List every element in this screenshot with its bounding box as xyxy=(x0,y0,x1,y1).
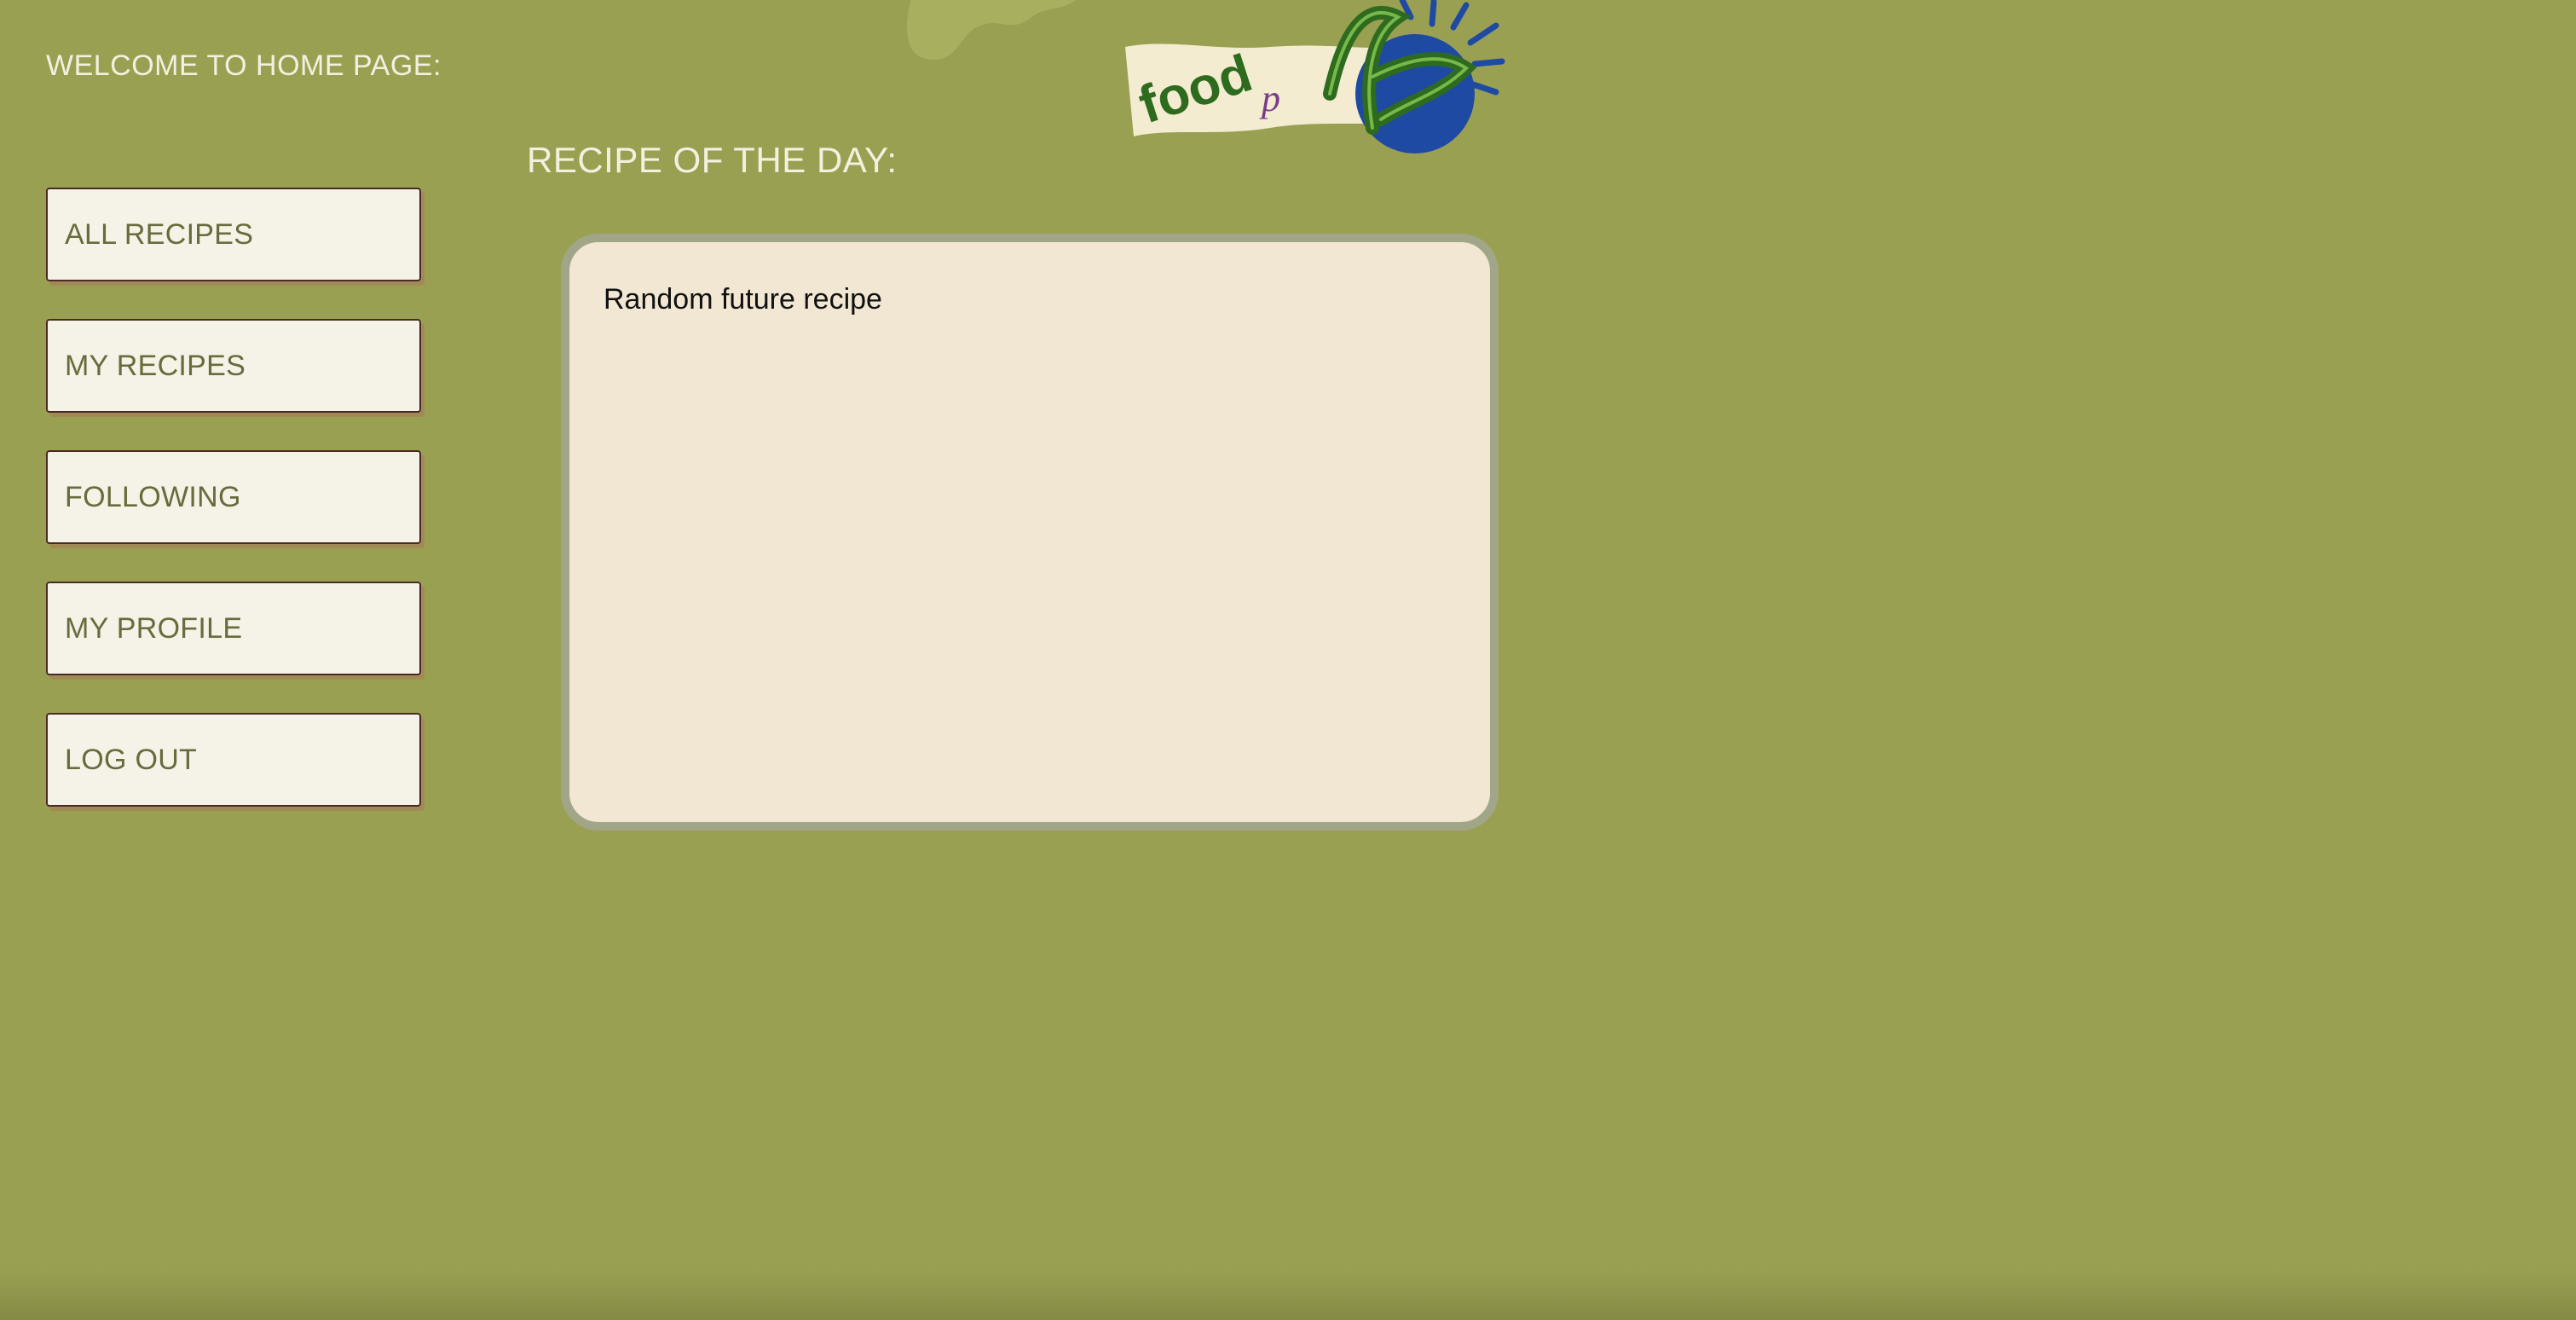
recipe-card-text: Random future recipe xyxy=(604,283,882,316)
foodpals-logo[interactable]: food p xyxy=(1117,0,1509,162)
following-button[interactable]: FOLLOWING xyxy=(46,450,421,544)
bottom-shadow xyxy=(0,1269,2576,1320)
recipe-of-the-day-heading: RECIPE OF THE DAY: xyxy=(527,140,898,180)
svg-text:p: p xyxy=(1259,78,1280,119)
decorative-blob xyxy=(906,0,1076,60)
all-recipes-button[interactable]: ALL RECIPES xyxy=(46,188,421,281)
my-recipes-button[interactable]: MY RECIPES xyxy=(46,319,421,413)
home-page: WELCOME TO HOME PAGE: food p ALL RECIPES… xyxy=(0,0,2576,1320)
recipe-card[interactable]: Random future recipe xyxy=(561,234,1499,831)
log-out-button[interactable]: LOG OUT xyxy=(46,713,421,807)
my-profile-button[interactable]: MY PROFILE xyxy=(46,582,421,675)
welcome-heading: WELCOME TO HOME PAGE: xyxy=(46,49,442,82)
